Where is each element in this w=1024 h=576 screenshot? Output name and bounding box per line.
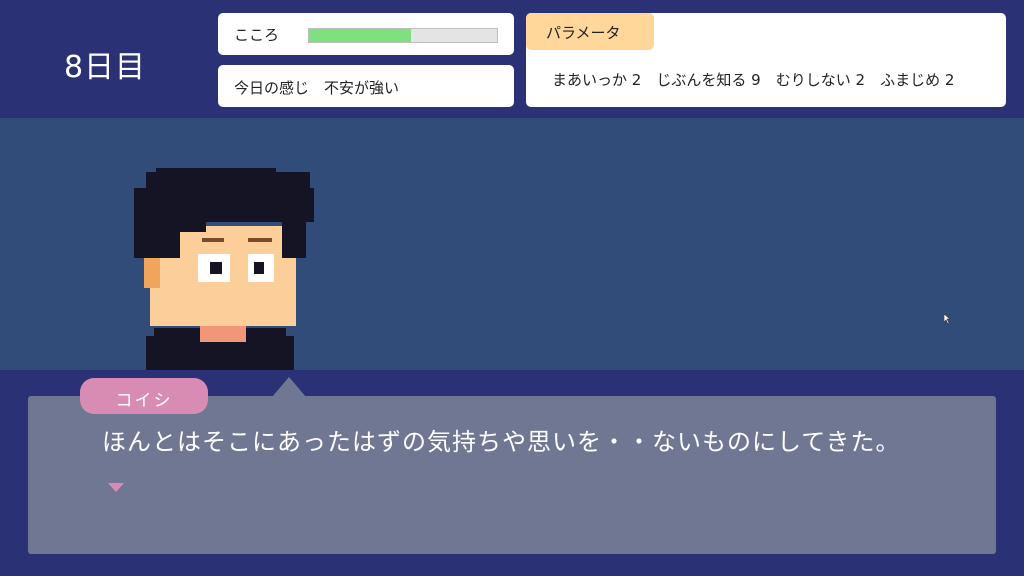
kokoro-gauge-fill [309,29,411,42]
speaker-name: コイシ [115,391,173,411]
param-muri-shinai: むりしない 2 [775,71,866,89]
mood-text: 今日の感じ 不安が強い [234,77,399,98]
day-counter: 8日目 [63,50,147,85]
speech-pointer [272,377,306,397]
mood-value: 不安が強い [324,79,400,97]
parameters-list: まあいっか 2 じぶんを知る 9 むりしない 2 ふまじめ 2 [552,69,954,90]
mouse-cursor-icon [944,314,951,324]
mood-panel: 今日の感じ 不安が強い [218,65,514,107]
status-header: 8日目 こころ 今日の感じ 不安が強い パラメータ まあいっか 2 じぶんを知る… [0,0,1024,118]
scene-area [0,118,1024,370]
character-portrait [134,168,314,370]
advance-arrow-icon[interactable] [108,482,124,492]
mood-label: 今日の感じ [234,79,310,97]
param-maaikka: まあいっか 2 [552,71,642,89]
param-fumajime: ふまじめ 2 [880,71,955,89]
parameters-panel: パラメータ まあいっか 2 じぶんを知る 9 むりしない 2 ふまじめ 2 [526,13,1006,107]
speaker-nameplate: コイシ [80,378,208,414]
parameters-tab: パラメータ [526,13,654,50]
kokoro-label: こころ [234,26,280,44]
parameters-title: パラメータ [546,24,621,42]
dialogue-line: ほんとはそこにあったはずの気持ちや思いを・・ないものにしてきた。 [102,420,922,508]
dialogue-text: ほんとはそこにあったはずの気持ちや思いを・・ないものにしてきた。 [102,428,901,456]
kokoro-panel: こころ [218,13,514,55]
kokoro-gauge [308,28,498,43]
param-jibun-wo-shiru: じぶんを知る 9 [656,71,761,89]
